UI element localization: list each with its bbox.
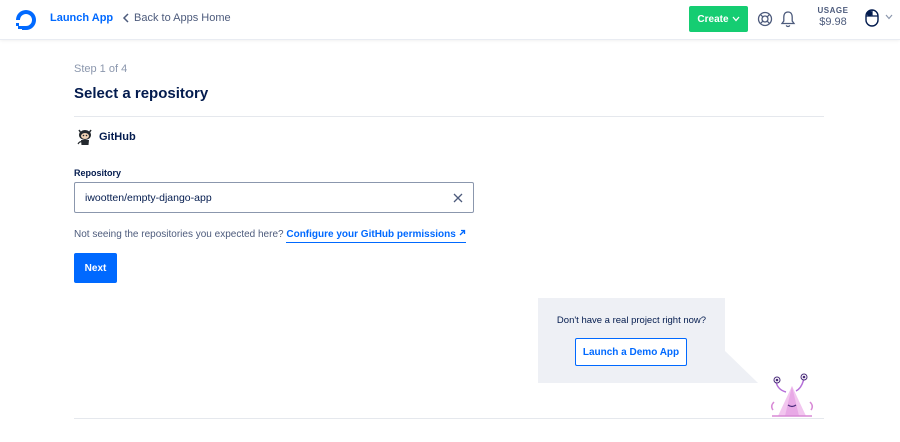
launch-demo-app-label: Launch a Demo App	[582, 346, 680, 358]
back-link-label: Back to Apps Home	[134, 12, 231, 24]
external-link-icon	[459, 229, 465, 236]
bell-icon[interactable]	[780, 10, 796, 28]
page-title: Select a repository	[74, 85, 209, 102]
top-navigation-bar: Launch App Back to Apps Home Create USAG…	[0, 0, 900, 40]
demo-callout-text: Don't have a real project right now?	[556, 315, 707, 326]
usage-label: USAGE	[817, 6, 849, 15]
divider	[74, 418, 824, 419]
chevron-down-icon	[732, 16, 740, 22]
usage-value: $9.98	[819, 16, 847, 28]
repository-hint: Not seeing the repositories you expected…	[74, 229, 466, 243]
back-to-apps-home-link[interactable]: Back to Apps Home	[122, 12, 231, 24]
provider-label: GitHub	[99, 131, 136, 143]
demo-app-callout: Don't have a real project right now? Lau…	[538, 298, 725, 383]
clear-icon[interactable]	[453, 193, 463, 203]
next-button[interactable]: Next	[74, 253, 117, 283]
help-icon[interactable]	[757, 11, 773, 27]
hint-text: Not seeing the repositories you expected…	[74, 229, 284, 240]
link-label: Configure your GitHub permissions	[286, 229, 456, 240]
avatar-icon[interactable]	[864, 8, 880, 28]
launch-demo-app-button[interactable]: Launch a Demo App	[575, 338, 687, 366]
repository-value: iwootten/empty-django-app	[85, 191, 212, 204]
divider	[74, 116, 824, 117]
launch-app-title: Launch App	[50, 12, 114, 24]
sammy-mascot-icon	[770, 373, 814, 417]
repository-field-label: Repository	[74, 168, 122, 178]
repository-select[interactable]: iwootten/empty-django-app	[74, 182, 474, 213]
create-button[interactable]: Create	[689, 6, 748, 32]
github-octocat-icon	[77, 129, 92, 145]
chevron-down-icon[interactable]	[885, 14, 893, 20]
chevron-left-icon	[122, 13, 129, 23]
next-button-label: Next	[84, 262, 107, 274]
create-button-label: Create	[697, 13, 729, 25]
step-indicator: Step 1 of 4	[74, 63, 128, 75]
usage-display[interactable]: USAGE $9.98	[807, 6, 859, 28]
configure-github-permissions-link[interactable]: Configure your GitHub permissions	[286, 229, 466, 243]
digitalocean-logo-icon[interactable]	[13, 7, 39, 33]
